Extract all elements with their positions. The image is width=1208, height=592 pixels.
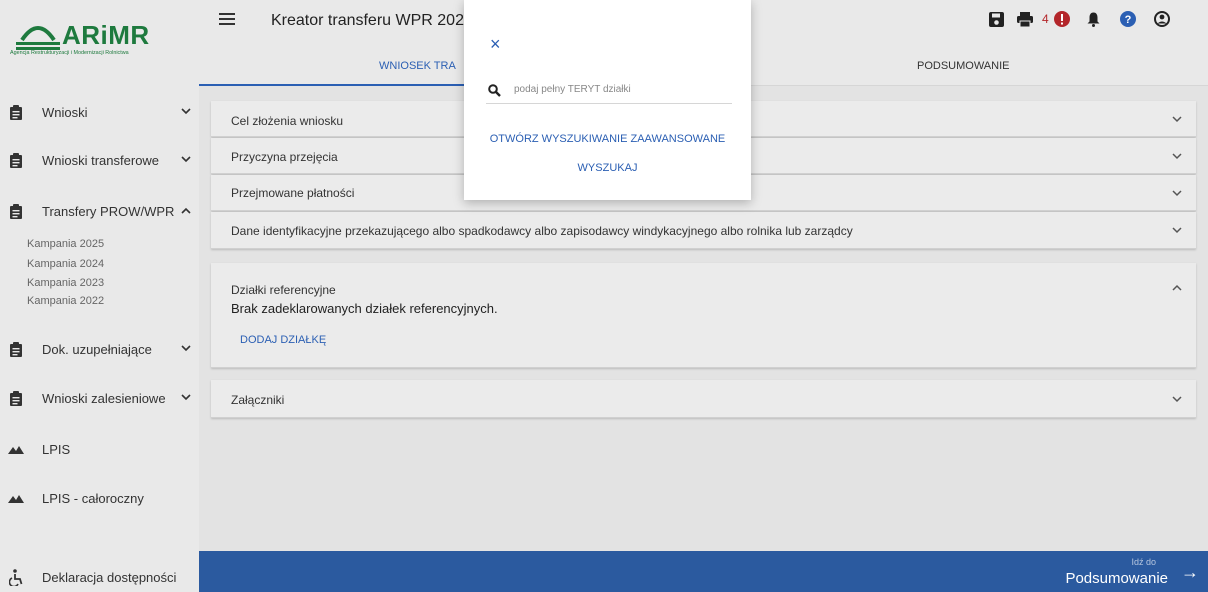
sidebar-item-wnioski-zalesieniowe[interactable]: Wnioski zalesieniowe [0, 383, 199, 413]
teryt-search-input[interactable] [514, 84, 724, 95]
notification-count: 4 [1042, 12, 1049, 26]
panel-title: Dane identyfikacyjne przekazującego albo… [231, 224, 853, 238]
clipboard-icon [8, 151, 24, 169]
mountain-icon [8, 489, 24, 507]
chevron-down-icon [181, 343, 191, 355]
chevron-down-icon [181, 106, 191, 118]
arrow-right-icon: → [1181, 562, 1199, 582]
panel-dzialki-referencyjne: Działki referencyjne Brak zadeklarowanyc… [211, 263, 1196, 368]
sidebar-item-label: Transfery PROW/WPR [42, 203, 175, 219]
logo-mark-icon [16, 26, 60, 50]
add-parcel-button[interactable]: DODAJ DZIAŁKĘ [240, 334, 326, 346]
chevron-down-icon [1172, 189, 1182, 200]
goto-caption: Idź do [1131, 557, 1156, 567]
clipboard-icon [8, 389, 24, 407]
chevron-up-icon[interactable] [1172, 283, 1182, 294]
search-field[interactable] [486, 80, 732, 104]
chevron-down-icon [181, 154, 191, 166]
panel-title: Przyczyna przejęcia [231, 150, 338, 164]
sidebar-item-lpis[interactable]: LPIS [0, 434, 199, 464]
chevron-down-icon [1172, 115, 1182, 126]
search-parcel-dialog: × OTWÓRZ WYSZUKIWANIE ZAAWANSOWANE WYSZU… [464, 0, 751, 200]
sidebar-item-label: Wnioski transferowe [42, 152, 160, 168]
logo-text: ARiMR [62, 20, 150, 50]
sidebar-item-deklaracja-dostepnosci[interactable]: Deklaracja dostępności [0, 562, 199, 592]
chevron-down-icon [1172, 395, 1182, 406]
menu-icon[interactable] [219, 13, 235, 27]
logo-subtitle: Agencja Restrukturyzacji i Modernizacji … [10, 50, 129, 56]
user-icon[interactable] [1154, 10, 1170, 28]
svg-text:?: ? [1125, 14, 1132, 26]
mountain-icon [8, 440, 24, 458]
goto-summary-label: Podsumowanie [1065, 570, 1168, 587]
sidebar-subitem-kampania-2022[interactable]: Kampania 2022 [27, 295, 104, 307]
sidebar-item-transfery-prow-wpr[interactable]: Transfery PROW/WPR [0, 196, 199, 226]
print-icon[interactable] [1017, 10, 1033, 28]
sidebar-subitem-kampania-2024[interactable]: Kampania 2024 [27, 258, 104, 270]
clipboard-icon [8, 202, 24, 220]
empty-state-text: Brak zadeklarowanych działek referencyjn… [231, 301, 498, 316]
panel-title: Cel złożenia wniosku [231, 114, 344, 128]
sidebar-item-dok-uzupelniajace[interactable]: Dok. uzupełniające [0, 334, 199, 364]
sidebar-item-wnioski[interactable]: Wnioski [0, 97, 199, 127]
tab-wniosek[interactable]: WNIOSEK TRA [379, 60, 456, 72]
accessibility-icon [8, 568, 24, 586]
alert-icon[interactable] [1054, 10, 1070, 28]
chevron-down-icon [181, 392, 191, 404]
search-icon [488, 84, 501, 102]
panel-title: Załączniki [231, 393, 285, 407]
sidebar: ARiMR Agencja Restrukturyzacji i Moderni… [0, 0, 199, 592]
sidebar-subitem-kampania-2025[interactable]: Kampania 2025 [27, 238, 104, 250]
tab-podsumowanie[interactable]: PODSUMOWANIE [917, 60, 1010, 72]
sidebar-item-label: Wnioski [42, 104, 88, 120]
chevron-up-icon [181, 205, 191, 217]
sidebar-subitem-kampania-2023[interactable]: Kampania 2023 [27, 277, 104, 289]
advanced-search-button[interactable]: OTWÓRZ WYSZUKIWANIE ZAAWANSOWANE [464, 133, 751, 145]
help-icon[interactable]: ? [1120, 10, 1136, 28]
arimr-logo[interactable]: ARiMR Agencja Restrukturyzacji i Moderni… [10, 14, 190, 58]
sidebar-item-label: LPIS - całoroczny [42, 490, 144, 506]
sidebar-item-label: LPIS [42, 441, 71, 457]
panel-dane-identyfikacyjne[interactable]: Dane identyfikacyjne przekazującego albo… [211, 212, 1196, 249]
sidebar-item-label: Wnioski zalesieniowe [42, 390, 166, 406]
save-icon[interactable] [989, 10, 1004, 28]
bottom-navigation-bar[interactable]: Idź do Podsumowanie → [199, 551, 1208, 592]
panel-title: Działki referencyjne [231, 283, 336, 297]
sidebar-item-label: Dok. uzupełniające [42, 341, 152, 357]
clipboard-icon [8, 103, 24, 121]
chevron-down-icon [1172, 226, 1182, 237]
page-title: Kreator transferu WPR 202 [271, 12, 464, 29]
panel-title: Przejmowane płatności [231, 186, 355, 200]
chevron-down-icon [1172, 152, 1182, 163]
sidebar-item-label: Deklaracja dostępności [42, 569, 177, 585]
bell-icon[interactable] [1087, 10, 1100, 28]
close-icon[interactable]: × [490, 34, 501, 55]
sidebar-item-wnioski-transferowe[interactable]: Wnioski transferowe [0, 145, 199, 175]
clipboard-icon [8, 340, 24, 358]
panel-zalaczniki[interactable]: Załączniki [211, 380, 1196, 418]
sidebar-item-lpis-caloroczny[interactable]: LPIS - całoroczny [0, 483, 199, 513]
search-button[interactable]: WYSZUKAJ [464, 162, 751, 174]
